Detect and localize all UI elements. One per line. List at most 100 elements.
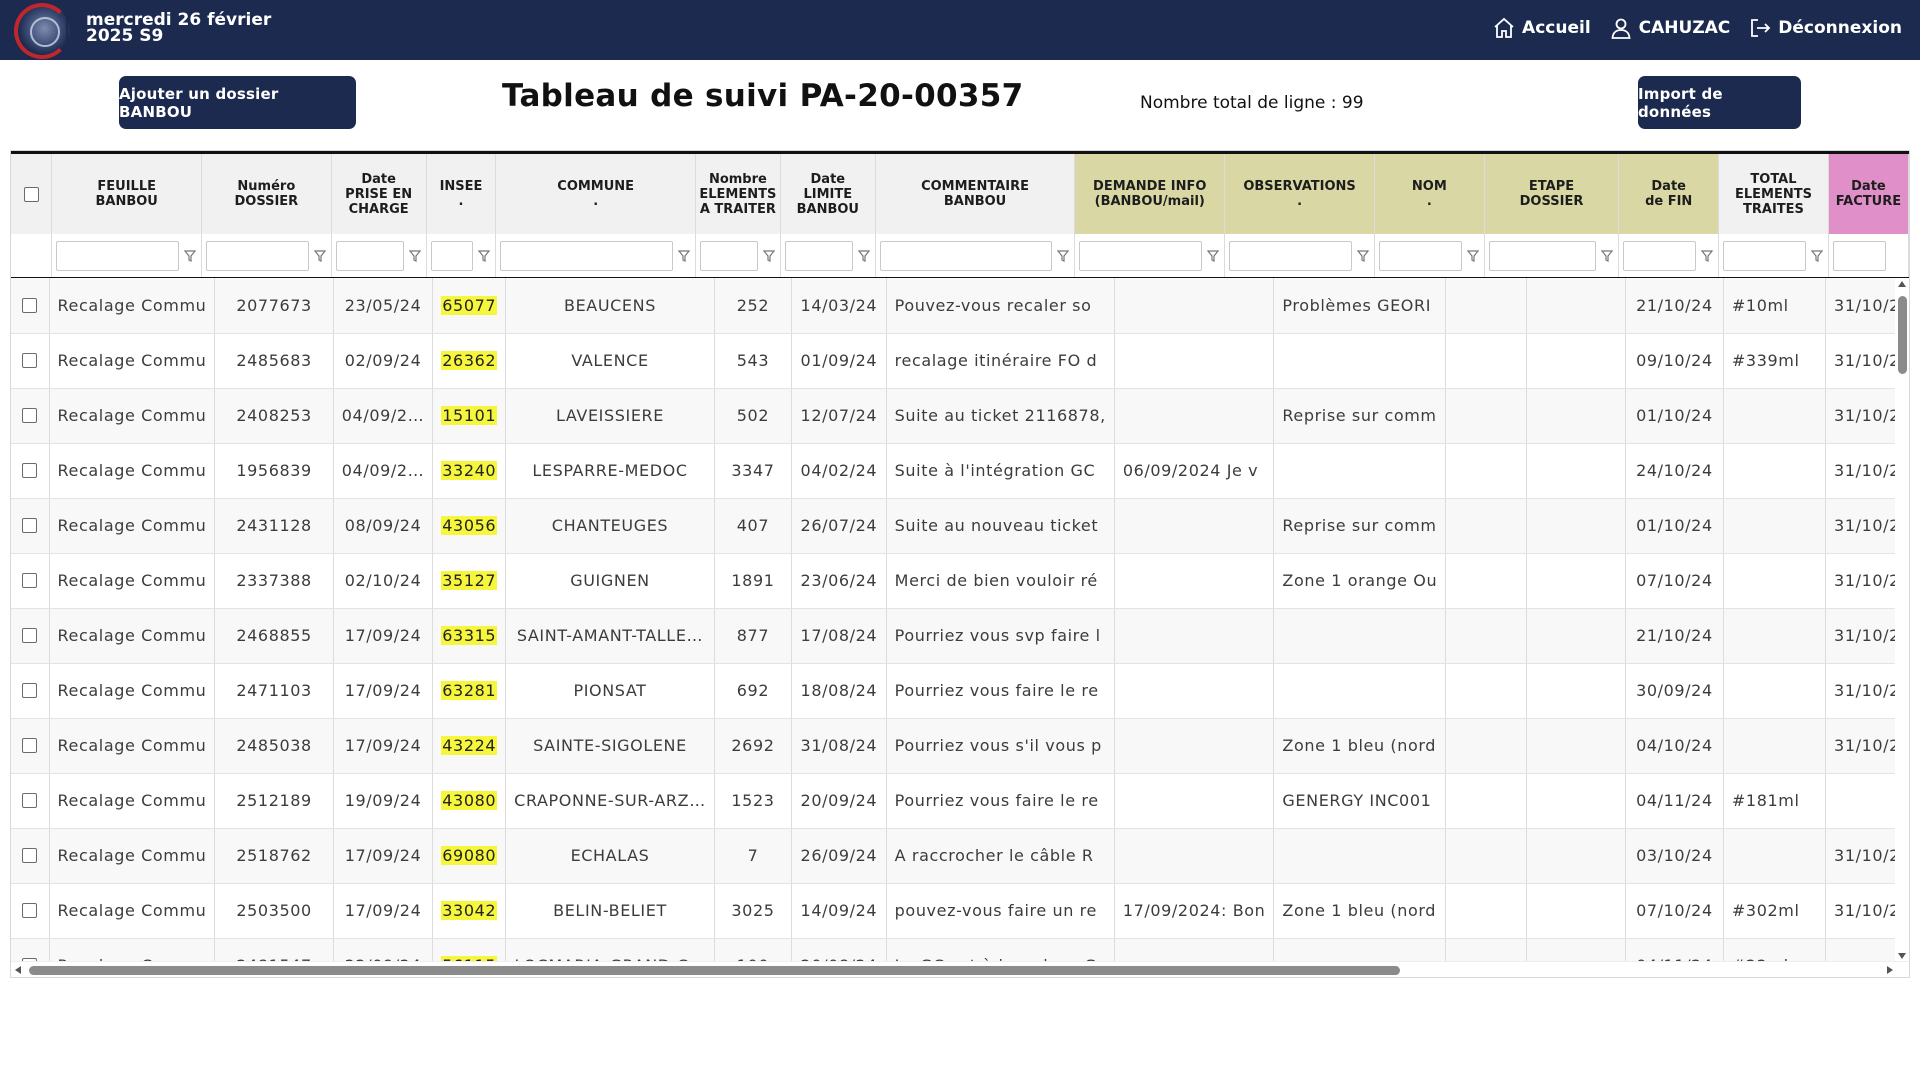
cell-numero-dossier[interactable]: 2337388 [214,553,334,609]
cell-demande-info[interactable] [1114,553,1275,609]
cell-date-prise-en-charge[interactable]: 19/09/24 [333,773,434,829]
row-checkbox[interactable] [22,738,38,753]
cell-commentaire-banbou[interactable]: Pourriez vous s'il vous p [886,718,1115,774]
row-checkbox[interactable] [22,463,38,478]
cell-nom[interactable] [1445,608,1528,664]
cell-numero-dossier[interactable]: 1956839 [214,443,334,499]
cell-total-elements[interactable]: #339ml [1723,333,1827,389]
row-checkbox[interactable] [22,683,38,698]
import-data-button[interactable]: Import de données [1638,76,1801,129]
cell-commentaire-banbou[interactable]: recalage itinéraire FO d [886,333,1115,389]
filter-icon[interactable] [184,250,196,262]
cell-etape-dossier[interactable] [1526,553,1626,609]
filter-icon[interactable] [408,250,421,262]
cell-date-prise-en-charge[interactable]: 17/09/24 [333,663,434,719]
cell-total-elements[interactable] [1723,718,1827,774]
cell-feuille-banbou[interactable]: Recalage Commu [49,278,216,334]
cell-observations[interactable]: Problèmes GEORI [1273,278,1447,334]
cell-observations[interactable] [1273,333,1447,389]
scroll-up-arrow-icon[interactable] [1898,281,1906,287]
cell-date-limite[interactable]: 01/09/24 [791,333,887,389]
cell-commune[interactable]: SAINT-AMANT-TALLE… [505,608,715,664]
row-checkbox[interactable] [22,573,38,588]
cell-commune[interactable]: ECHALAS [505,828,715,884]
cell-date-limite[interactable]: 14/09/24 [791,883,887,939]
row-checkbox[interactable] [22,793,38,808]
cell-date-limite[interactable]: 26/07/24 [791,498,887,554]
cell-date-prise-en-charge[interactable]: 17/09/24 [333,718,434,774]
filter-icon[interactable] [1357,250,1369,262]
cell-date-prise-en-charge[interactable]: 17/09/24 [333,608,434,664]
cell-insee[interactable]: 35127 [432,553,507,609]
filter-input-nombre[interactable] [699,241,758,271]
cell-numero-dossier[interactable]: 2503500 [214,883,334,939]
cell-feuille-banbou[interactable]: Recalage Commu [49,718,216,774]
cell-insee[interactable]: 43056 [432,498,507,554]
cell-etape-dossier[interactable] [1526,443,1626,499]
cell-total-elements[interactable] [1723,663,1827,719]
vertical-scrollbar[interactable] [1895,278,1909,961]
table-row[interactable]: Recalage Commu 1956839 04/09/2… 33240 LESPAR… [11,443,1909,499]
cell-date-limite[interactable]: 23/06/24 [791,553,887,609]
cell-feuille-banbou[interactable]: Recalage Commu [49,333,216,389]
cell-commune[interactable]: BELIN-BELIET [505,883,715,939]
row-checkbox[interactable] [22,408,38,423]
cell-date-prise-en-charge[interactable]: 23/05/24 [333,278,434,334]
cell-feuille-banbou[interactable]: Recalage Commu [49,663,216,719]
cell-date-fin[interactable]: 04/10/24 [1625,718,1724,774]
cell-etape-dossier[interactable] [1526,333,1626,389]
cell-nom[interactable] [1445,553,1528,609]
cell-date-fin[interactable]: 03/10/24 [1625,828,1724,884]
header-insee[interactable]: INSEE . [426,154,497,234]
cell-nombre-elements[interactable]: 3347 [714,443,793,499]
cell-numero-dossier[interactable]: 2485683 [214,333,334,389]
cell-observations[interactable] [1273,828,1447,884]
nav-logout-link[interactable]: Déconnexion [1748,16,1902,40]
cell-demande-info[interactable] [1114,388,1275,444]
header-nombre-elements[interactable]: Nombre ELEMENTS A TRAITER [695,154,781,234]
header-observations[interactable]: OBSERVATIONS . [1224,154,1375,234]
cell-demande-info[interactable] [1114,773,1275,829]
table-row[interactable]: Recalage Commu 2077673 23/05/24 65077 BEAUCE… [11,278,1909,334]
scroll-right-arrow-icon[interactable] [1887,966,1893,974]
add-dossier-button[interactable]: Ajouter un dossier BANBOU [119,76,356,129]
cell-commentaire-banbou[interactable]: pouvez-vous faire un re [886,883,1115,939]
cell-date-limite[interactable]: 17/08/24 [791,608,887,664]
cell-date-limite[interactable]: 26/09/24 [791,828,887,884]
cell-date-fin[interactable]: 21/10/24 [1625,278,1724,334]
cell-etape-dossier[interactable] [1526,718,1626,774]
header-date-facture[interactable]: Date FACTURE [1828,154,1909,234]
filter-input-observations[interactable] [1229,241,1352,271]
cell-etape-dossier[interactable] [1526,498,1626,554]
table-row[interactable]: Recalage Commu 2485038 17/09/24 43224 SAINTE… [11,718,1909,774]
header-date-prise-en-charge[interactable]: Date PRISE EN CHARGE [331,154,427,234]
cell-insee[interactable]: 43080 [432,773,507,829]
row-checkbox[interactable] [22,903,38,918]
header-date-fin[interactable]: Date de FIN [1618,154,1720,234]
cell-nom[interactable] [1445,498,1528,554]
cell-etape-dossier[interactable] [1526,883,1626,939]
filter-icon[interactable] [1057,250,1070,262]
cell-feuille-banbou[interactable]: Recalage Commu [49,553,216,609]
cell-nombre-elements[interactable]: 543 [714,333,793,389]
cell-demande-info[interactable] [1114,333,1275,389]
row-checkbox[interactable] [22,518,38,533]
filter-icon[interactable] [677,250,690,262]
header-etape-dossier[interactable]: ETAPE DOSSIER [1484,154,1620,234]
cell-observations[interactable]: GENERGY INC001 [1273,773,1447,829]
table-row[interactable]: Recalage Commu 2337388 02/10/24 35127 GUIGNE… [11,553,1909,609]
row-checkbox[interactable] [22,848,38,863]
vertical-scroll-thumb[interactable] [1898,296,1907,374]
cell-observations[interactable]: Reprise sur comm [1273,388,1447,444]
cell-insee[interactable]: 63281 [432,663,507,719]
filter-icon[interactable] [1601,250,1614,262]
cell-total-elements[interactable]: #302ml [1723,883,1827,939]
cell-date-prise-en-charge[interactable]: 08/09/24 [333,498,434,554]
header-feuille-banbou[interactable]: FEUILLE BANBOU [51,154,202,234]
cell-nom[interactable] [1445,278,1528,334]
filter-icon[interactable] [762,250,775,262]
cell-date-fin[interactable]: 24/10/24 [1625,443,1724,499]
cell-numero-dossier[interactable]: 2485038 [214,718,334,774]
cell-demande-info[interactable] [1114,498,1275,554]
cell-nombre-elements[interactable]: 407 [714,498,793,554]
